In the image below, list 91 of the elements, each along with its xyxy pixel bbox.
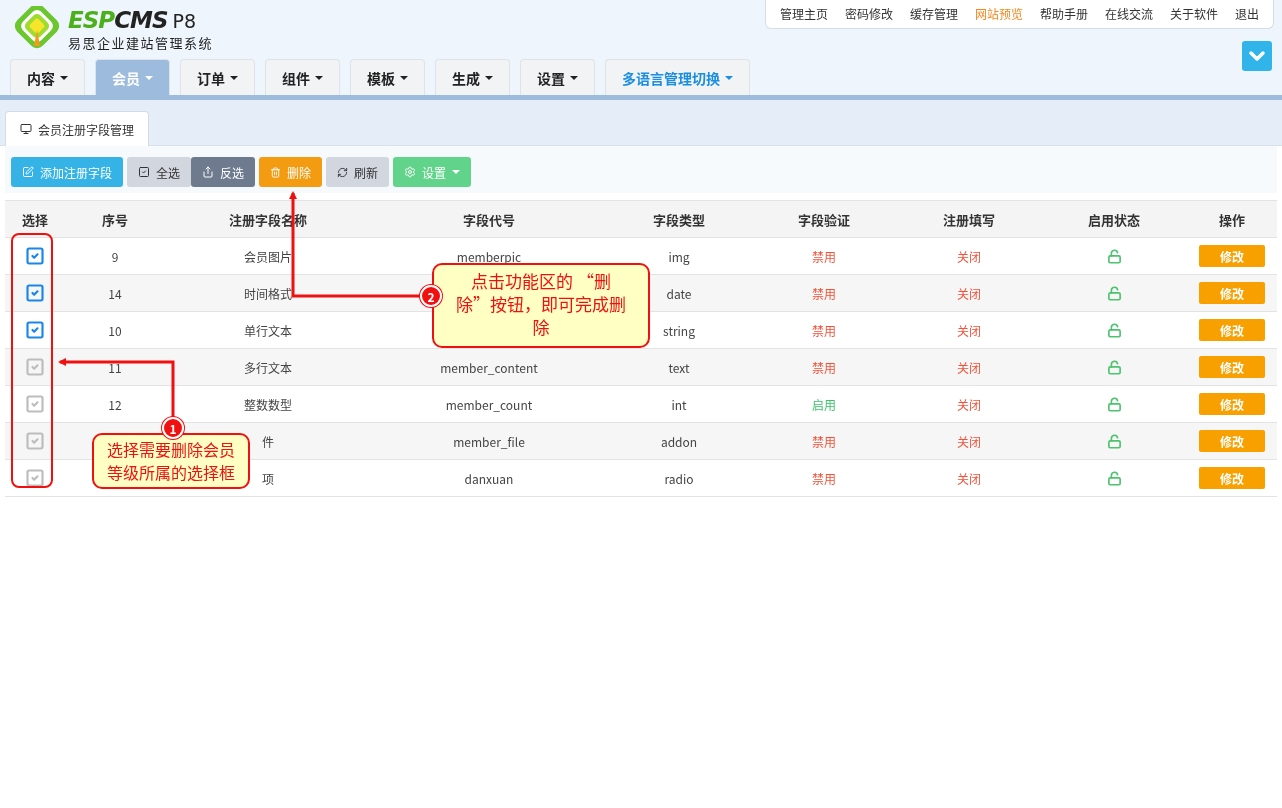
nav-tab[interactable]: 订单	[180, 59, 255, 95]
table-cell: addon	[660, 432, 698, 450]
column-header: 字段验证	[797, 208, 851, 231]
table-cell: danxuan	[464, 469, 514, 487]
table-cell: img	[668, 247, 690, 265]
table-cell: 件	[262, 432, 274, 450]
table-cell: int	[671, 395, 687, 413]
top-link[interactable]: 在线交流	[1104, 5, 1153, 22]
table-cell: 多行文本	[244, 358, 292, 376]
unlock-icon[interactable]	[1106, 396, 1122, 412]
unlock-icon[interactable]	[1106, 359, 1122, 375]
table-cell: member_content	[440, 358, 538, 376]
status-text: 禁用	[812, 247, 836, 265]
table-cell: member_count	[445, 395, 533, 413]
top-link[interactable]: 退出	[1235, 5, 1259, 22]
status-text: 禁用	[812, 358, 836, 376]
column-header: 字段类型	[652, 208, 706, 231]
unlock-icon[interactable]	[1106, 248, 1122, 264]
unlock-icon[interactable]	[1106, 285, 1122, 301]
checkbox[interactable]	[25, 246, 45, 266]
table-cell: memberpic	[456, 247, 522, 265]
toolbar-button[interactable]: 全选	[127, 157, 192, 187]
unlock-icon[interactable]	[1106, 470, 1122, 486]
table-cell: 单行文本	[244, 321, 292, 339]
unlock-icon[interactable]	[1106, 433, 1122, 449]
table-cell: 项	[262, 469, 274, 487]
nav-tab[interactable]: 组件	[265, 59, 340, 95]
table-cell: date	[666, 284, 692, 302]
status-text: 关闭	[957, 395, 981, 413]
column-header: 操作	[1218, 208, 1246, 231]
table-cell: string	[663, 321, 695, 339]
status-text: 禁用	[812, 321, 836, 339]
checkbox[interactable]	[25, 468, 45, 488]
column-header: 启用状态	[1087, 208, 1141, 231]
table-cell: 会员图片	[244, 247, 292, 265]
checkbox[interactable]	[25, 320, 45, 340]
top-link[interactable]: 缓存管理	[909, 5, 958, 22]
column-header: 选择	[21, 208, 49, 231]
step-badge: 1	[162, 417, 184, 439]
status-text: 启用	[812, 395, 836, 413]
table-cell: 12	[108, 395, 122, 413]
toolbar-button[interactable]: 刷新	[326, 157, 390, 187]
page-tab[interactable]: 会员注册字段管理	[5, 111, 149, 146]
top-link[interactable]: 帮助手册	[1039, 5, 1088, 22]
nav-tab[interactable]: 生成	[435, 59, 510, 95]
top-link[interactable]: 管理主页	[779, 5, 828, 22]
table-cell: radio	[664, 469, 694, 487]
table-cell: 9	[111, 247, 119, 265]
table-cell: text	[668, 358, 690, 376]
table-cell: 11	[108, 358, 122, 376]
status-text: 关闭	[957, 469, 981, 487]
column-header: 字段代号	[462, 208, 516, 231]
nav-tab[interactable]: 模板	[350, 59, 425, 95]
toolbar-button[interactable]: 反选	[191, 157, 256, 187]
trash-icon	[270, 166, 282, 178]
checkbox-icon	[138, 166, 150, 178]
top-link[interactable]: 密码修改	[844, 5, 893, 22]
unlock-icon[interactable]	[1106, 322, 1122, 338]
table-cell: 14	[108, 284, 122, 302]
callout-text: 选择需要删除会员等级所属的选择框	[92, 433, 250, 489]
logo-text: CMS	[114, 6, 168, 33]
status-text: 禁用	[812, 469, 836, 487]
top-link[interactable]: 关于软件	[1169, 5, 1218, 22]
logo-subtitle: 易思企业建站管理系统	[68, 32, 213, 52]
edit-icon	[22, 166, 34, 178]
refresh-icon	[337, 166, 349, 178]
settings-icon	[404, 166, 417, 178]
dropdown-button[interactable]	[1242, 41, 1272, 71]
column-header: 注册填写	[942, 208, 996, 231]
status-text: 关闭	[957, 284, 981, 302]
table-cell: member_file	[453, 432, 525, 450]
checkbox[interactable]	[25, 431, 45, 451]
monitor-icon	[20, 123, 32, 135]
share-icon	[202, 166, 215, 178]
checkbox[interactable]	[25, 283, 45, 303]
logo-text: ESP	[68, 6, 115, 33]
nav-tab[interactable]: 内容	[10, 59, 85, 95]
table-cell: 整数数型	[244, 395, 292, 413]
table-cell: 10	[108, 321, 122, 339]
version-label: P8	[172, 9, 197, 32]
status-text: 关闭	[957, 321, 981, 339]
checkbox[interactable]	[25, 357, 45, 377]
status-text: 禁用	[812, 432, 836, 450]
column-header: 序号	[101, 208, 129, 231]
status-text: 关闭	[957, 247, 981, 265]
status-text: 关闭	[957, 358, 981, 376]
status-text: 关闭	[957, 432, 981, 450]
status-text: 禁用	[812, 284, 836, 302]
checkbox[interactable]	[25, 394, 45, 414]
step-badge: 2	[420, 285, 442, 307]
nav-tab[interactable]: 设置	[520, 59, 595, 95]
